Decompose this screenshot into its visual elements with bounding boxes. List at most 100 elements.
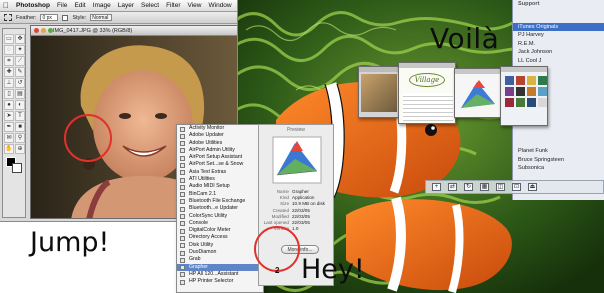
menu-window[interactable]: Window (209, 2, 232, 9)
application-icon (180, 184, 185, 190)
app-menu-item[interactable]: Asia Text Extras (177, 169, 263, 176)
pen-tool[interactable]: ✒ (4, 122, 14, 132)
itunes-item-originals[interactable]: iTunes Originals (513, 22, 604, 31)
close-button-icon[interactable] (34, 28, 39, 33)
app-menu-item[interactable]: HP Printer Selector (177, 278, 263, 285)
menu-filter[interactable]: Filter (166, 2, 180, 9)
dock-repeat-icon[interactable]: ↻ (464, 183, 473, 191)
app-menu-item[interactable]: ATI Utilities (177, 176, 263, 183)
app-menu-item[interactable]: Adobe Utilities (177, 140, 263, 147)
app-menu-item[interactable]: Console (177, 220, 263, 227)
feather-value: 0 px (42, 15, 52, 21)
metadata-value: Application (292, 195, 315, 201)
itunes-item-pj-harvey[interactable]: PJ Harvey (513, 31, 604, 40)
expose-thumbnail-safari[interactable]: Village (398, 62, 456, 124)
app-menu-item[interactable]: Activity Monitor (177, 125, 263, 132)
expose-thumbnail-grapher[interactable] (454, 68, 502, 118)
minimize-button-icon[interactable] (41, 28, 46, 33)
itunes-item-springsteen[interactable]: Bruce Springsteen (513, 156, 604, 165)
marquee-tool[interactable]: ▭ (4, 34, 14, 44)
app-menu-item[interactable]: Bluetooth File Exchange (177, 198, 263, 205)
application-icon (180, 199, 185, 205)
crop-tool[interactable]: ⌗ (4, 56, 14, 66)
lasso-tool[interactable]: ◌ (4, 45, 14, 55)
type-tool[interactable]: T (15, 111, 25, 121)
menu-view[interactable]: View (188, 2, 202, 9)
app-menu-item[interactable]: Adobe Updater (177, 132, 263, 139)
stamp-tool[interactable]: ⊥ (4, 78, 14, 88)
app-menu-item[interactable]: Audio MIDI Setup (177, 183, 263, 190)
app-menu-item-label: Grapher (189, 263, 209, 270)
app-menu-item[interactable]: AirPort Admin Utility (177, 147, 263, 154)
menu-select[interactable]: Select (141, 2, 159, 9)
preview-header: Preview (287, 127, 305, 133)
menu-image[interactable]: Image (93, 2, 111, 9)
itunes-item-ll-cool-j[interactable]: LL Cool J (513, 57, 604, 66)
menu-layer[interactable]: Layer (118, 2, 134, 9)
dock-add-icon[interactable]: + (432, 183, 441, 191)
app-menu-item[interactable]: Grapher (177, 263, 263, 271)
album-tile (538, 76, 547, 85)
itunes-item-subsonica[interactable]: Subsonica (513, 164, 604, 173)
apple-menu-icon[interactable]:  (3, 1, 9, 10)
app-menu-item[interactable]: Disk Utility (177, 242, 263, 249)
zoom-tool[interactable]: ⊕ (15, 144, 25, 154)
app-menu-item-label: AirPort Admin Utility (189, 146, 235, 153)
slice-tool[interactable]: ⟋ (15, 56, 25, 66)
notes-tool[interactable]: ✉ (4, 133, 14, 143)
metadata-value: 22/03/05 (292, 220, 310, 226)
app-menu-item[interactable]: Grab (177, 256, 263, 263)
itunes-header: Support (518, 1, 540, 7)
dock-item-6-icon[interactable]: ⊡ (512, 183, 521, 191)
style-select[interactable]: Normal (90, 14, 113, 21)
move-tool[interactable]: ✥ (15, 34, 25, 44)
album-tile (516, 98, 525, 107)
antialias-checkbox[interactable] (62, 14, 69, 21)
app-menu-item-label: Audio MIDI Setup (189, 183, 230, 190)
dock-item-7-icon[interactable]: ⏏ (528, 183, 537, 191)
eyedropper-tool[interactable]: ⚲ (15, 133, 25, 143)
eraser-tool[interactable]: ▯ (4, 89, 14, 99)
app-menu-item[interactable]: AirPort Setup Assistant (177, 154, 263, 161)
marquee-tool-icon[interactable] (4, 14, 12, 21)
dock-shuffle-icon[interactable]: ⇄ (448, 183, 457, 191)
photoshop-menubar:  Photoshop File Edit Image Layer Select… (0, 0, 237, 12)
menu-edit[interactable]: Edit (74, 2, 85, 9)
path-tool[interactable]: ➤ (4, 111, 14, 121)
app-menu-item[interactable]: AirPort Set...se & Snow (177, 161, 263, 168)
blur-tool[interactable]: ● (4, 100, 14, 110)
application-icon (180, 148, 185, 154)
healing-tool[interactable]: ✚ (4, 67, 14, 77)
app-menu-item[interactable]: HP All 120...Assistant (177, 271, 263, 278)
app-menu-item[interactable]: DigitalColor Meter (177, 227, 263, 234)
zoom-button-icon[interactable] (48, 28, 53, 33)
app-menu-item[interactable]: BinCam 2.1 (177, 191, 263, 198)
application-icon (180, 243, 185, 249)
itunes-item-rem[interactable]: R.E.M. (513, 40, 604, 49)
menu-file[interactable]: File (57, 2, 67, 9)
application-icon (180, 162, 185, 168)
app-menu-item[interactable]: ColorSync Utility (177, 213, 263, 220)
history-brush-tool[interactable]: ↺ (15, 78, 25, 88)
dock-artwork-icon[interactable]: ▦ (480, 183, 489, 191)
dock-item-5-icon[interactable]: ◫ (496, 183, 505, 191)
magic-wand-tool[interactable]: ✦ (15, 45, 25, 55)
background-color-swatch[interactable] (12, 163, 22, 173)
hand-tool[interactable]: ✋ (4, 144, 14, 154)
expose-thumbnail-itunes[interactable] (500, 66, 548, 126)
gradient-tool[interactable]: ▤ (15, 89, 25, 99)
menu-photoshop[interactable]: Photoshop (16, 2, 50, 9)
feather-field[interactable]: 0 px (40, 14, 59, 21)
village-logo: Village (409, 73, 445, 87)
itunes-item-jack-johnson[interactable]: Jack Johnson (513, 48, 604, 57)
dodge-tool[interactable]: ◐ (15, 100, 25, 110)
brush-tool[interactable]: ✎ (15, 67, 25, 77)
app-menu-item[interactable]: DuoDiamon (177, 249, 263, 256)
expose-thumbnail-photoshop[interactable] (358, 66, 400, 118)
photoshop-options-bar: Feather: 0 px Style: Normal (0, 12, 237, 24)
shape-tool[interactable]: ■ (15, 122, 25, 132)
app-menu-item[interactable]: Directory Access (177, 234, 263, 241)
app-menu-item[interactable]: Bluetooth...e Updater (177, 205, 263, 212)
album-tile (527, 87, 536, 96)
itunes-item-planet-funk[interactable]: Planet Funk (513, 147, 604, 156)
